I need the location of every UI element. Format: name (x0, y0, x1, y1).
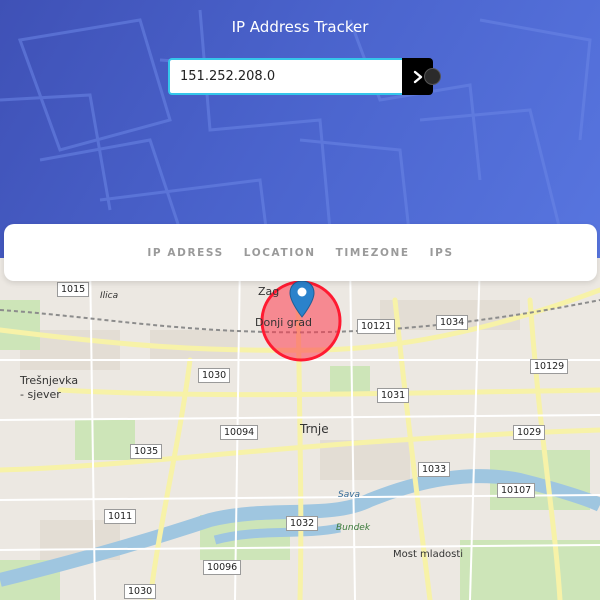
road-badge: 1031 (377, 388, 410, 403)
road-badge: 1032 (286, 516, 319, 531)
timezone-label: TIMEZONE (335, 246, 410, 259)
road-badge: 1030 (198, 368, 231, 383)
map-label-zagreb: Zag (258, 285, 280, 298)
location-marker-icon[interactable] (289, 280, 315, 318)
road-badge: 1033 (418, 462, 451, 477)
map-label-most-mladosti: Most mladosti (393, 549, 464, 560)
road-badge: 1034 (436, 315, 469, 330)
ip-search-input[interactable] (168, 58, 403, 95)
road-badge: 1015 (57, 282, 90, 297)
ip-address-label: IP ADRESS (147, 246, 224, 259)
chevron-right-icon (413, 70, 422, 83)
info-panel: IP ADRESS LOCATION TIMEZONE IPS (4, 224, 597, 281)
map-label-sava: Sava (338, 490, 361, 500)
road-badge: 1035 (130, 444, 163, 459)
road-badge: 10107 (497, 483, 536, 498)
road-badge: 1029 (513, 425, 546, 440)
road-badge: 10096 (203, 560, 242, 575)
mouse-cursor (424, 68, 441, 85)
isp-label: IPS (429, 246, 454, 259)
map-label-ilica: Ilica (100, 291, 119, 301)
search-bar (168, 58, 433, 95)
road-badge: 10129 (530, 359, 569, 374)
road-badge: 10094 (220, 425, 259, 440)
road-badge: 1011 (104, 509, 137, 524)
map-label-bundek: Bundek (336, 523, 371, 533)
map-label-trnje: Trnje (300, 422, 329, 436)
map-label-tresnjevka: Trešnjevka - sjever (20, 374, 79, 401)
road-badge: 10121 (357, 319, 396, 334)
road-badge: 1030 (124, 584, 157, 599)
location-label: LOCATION (243, 246, 316, 259)
page-title: IP Address Tracker (231, 18, 369, 36)
